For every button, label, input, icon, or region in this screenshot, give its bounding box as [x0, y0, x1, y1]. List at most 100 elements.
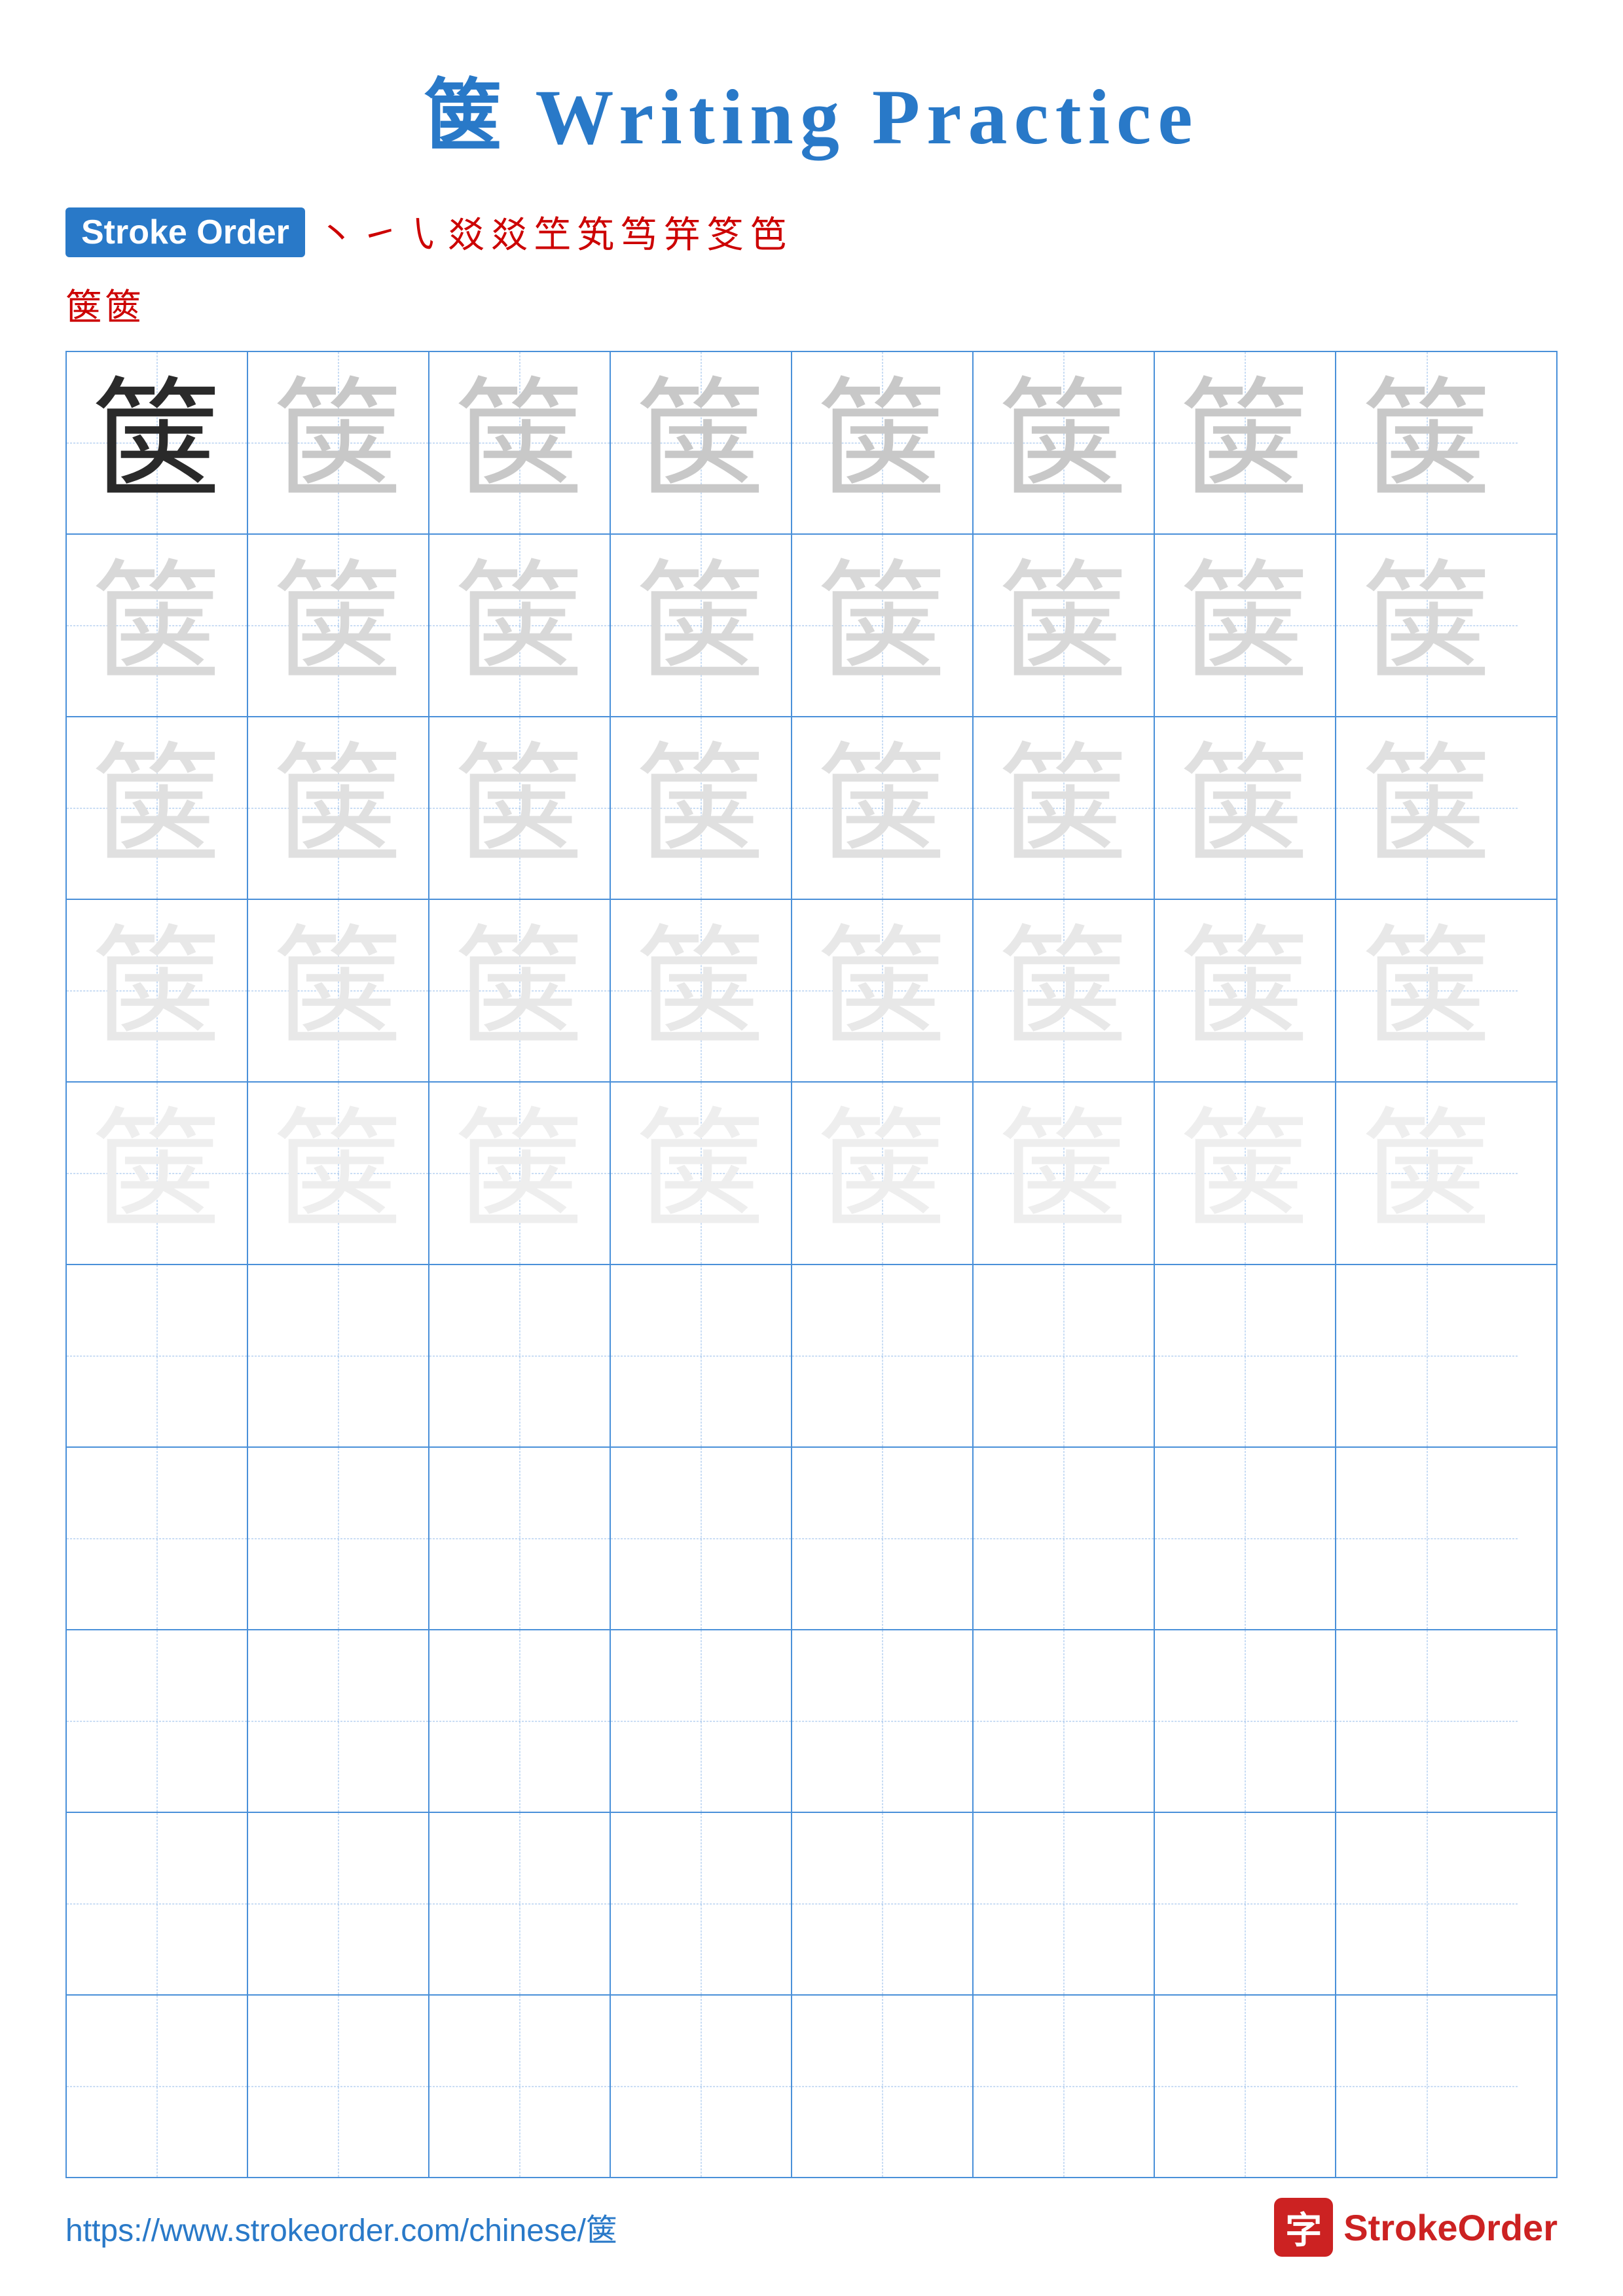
grid-row-7: [67, 1448, 1556, 1630]
grid-cell-2-7: 箧: [1155, 535, 1336, 716]
grid-cell-3-1: 箧: [67, 717, 248, 899]
cell-char: 箧: [1179, 560, 1310, 691]
cell-char: 箧: [272, 1108, 403, 1239]
cell-char: 箧: [454, 925, 585, 1056]
cell-char: 箧: [272, 378, 403, 509]
grid-row-8: [67, 1630, 1556, 1813]
cell-char: 箧: [454, 743, 585, 874]
grid-cell-5-6: 箧: [974, 1083, 1155, 1264]
grid-cell-4-7: 箧: [1155, 900, 1336, 1081]
grid-cell-9-3: [429, 1813, 611, 1994]
grid-row-10: [67, 1996, 1556, 2177]
writing-grid: 箧 箧 箧 箧 箧 箧 箧 箧 箧 箧 箧 箧 箧 箧 箧 箧 箧 箧 箧 箧 …: [65, 351, 1558, 2178]
cell-char: 箧: [998, 1108, 1129, 1239]
grid-row-2: 箧 箧 箧 箧 箧 箧 箧 箧: [67, 535, 1556, 717]
stroke-s3: ㇂: [405, 206, 441, 259]
cell-char: 箧: [816, 378, 947, 509]
grid-cell-2-1: 箧: [67, 535, 248, 716]
cell-char: 箧: [998, 925, 1129, 1056]
grid-cell-4-1: 箧: [67, 900, 248, 1081]
cell-char: 箧: [1361, 378, 1492, 509]
cell-char: 箧: [91, 925, 222, 1056]
stroke-s5: 㸚: [491, 206, 528, 259]
grid-cell-8-3: [429, 1630, 611, 1812]
grid-cell-6-2: [248, 1265, 429, 1446]
grid-cell-9-2: [248, 1813, 429, 1994]
grid-cell-3-5: 箧: [792, 717, 974, 899]
cell-char: 箧: [998, 743, 1129, 874]
grid-cell-8-2: [248, 1630, 429, 1812]
grid-cell-1-7: 箧: [1155, 352, 1336, 533]
grid-cell-3-7: 箧: [1155, 717, 1336, 899]
grid-cell-8-7: [1155, 1630, 1336, 1812]
cell-char: 箧: [635, 1108, 766, 1239]
grid-cell-1-8: 箧: [1336, 352, 1518, 533]
cell-char: 箧: [1179, 378, 1310, 509]
stroke-s8: 笃: [621, 206, 657, 259]
footer-logo-order: Order: [1458, 2207, 1558, 2248]
grid-cell-8-8: [1336, 1630, 1518, 1812]
footer: https://www.strokeorder.com/chinese/箧 字 …: [0, 2198, 1623, 2257]
grid-row-1: 箧 箧 箧 箧 箧 箧 箧 箧: [67, 352, 1556, 535]
cell-char: 箧: [272, 743, 403, 874]
grid-cell-4-8: 箧: [1336, 900, 1518, 1081]
grid-cell-7-7: [1155, 1448, 1336, 1629]
grid-cell-3-2: 箧: [248, 717, 429, 899]
grid-row-6: [67, 1265, 1556, 1448]
grid-cell-9-1: [67, 1813, 248, 1994]
grid-cell-7-2: [248, 1448, 429, 1629]
grid-cell-2-3: 箧: [429, 535, 611, 716]
grid-cell-8-5: [792, 1630, 974, 1812]
grid-cell-4-6: 箧: [974, 900, 1155, 1081]
grid-cell-4-3: 箧: [429, 900, 611, 1081]
grid-cell-10-4: [611, 1996, 792, 2177]
cell-char: 箧: [1179, 925, 1310, 1056]
stroke-s9: 笄: [664, 206, 701, 259]
cell-char: 箧: [1179, 1108, 1310, 1239]
grid-cell-5-2: 箧: [248, 1083, 429, 1264]
grid-cell-6-4: [611, 1265, 792, 1446]
grid-cell-1-4: 箧: [611, 352, 792, 533]
grid-cell-2-2: 箧: [248, 535, 429, 716]
grid-cell-7-6: [974, 1448, 1155, 1629]
grid-cell-6-6: [974, 1265, 1155, 1446]
page-title: 箧 Writing Practice: [0, 0, 1623, 166]
cell-char: 箧: [91, 743, 222, 874]
cell-char: 箧: [998, 560, 1129, 691]
stroke-sequence-row1: 丶 ㇀ ㇂ 㸚 㸚 笁 笂 笃 笄 笅 笆: [318, 206, 787, 259]
cell-char: 箧: [1361, 1108, 1492, 1239]
grid-cell-6-1: [67, 1265, 248, 1446]
stroke-s2: ㇀: [361, 206, 398, 259]
footer-url[interactable]: https://www.strokeorder.com/chinese/箧: [65, 2204, 617, 2250]
stroke-r2-s1: 箧: [65, 288, 102, 329]
stroke-s1: 丶: [318, 206, 355, 259]
grid-cell-9-5: [792, 1813, 974, 1994]
grid-cell-2-6: 箧: [974, 535, 1155, 716]
footer-logo-stroke: Stroke: [1343, 2207, 1457, 2248]
title-char: 箧: [424, 73, 509, 160]
grid-cell-3-4: 箧: [611, 717, 792, 899]
grid-cell-6-5: [792, 1265, 974, 1446]
grid-cell-10-7: [1155, 1996, 1336, 2177]
cell-char: 箧: [1361, 925, 1492, 1056]
grid-cell-1-6: 箧: [974, 352, 1155, 533]
cell-char: 箧: [816, 1108, 947, 1239]
stroke-order-badge: Stroke Order: [65, 207, 305, 257]
grid-cell-10-5: [792, 1996, 974, 2177]
grid-cell-3-8: 箧: [1336, 717, 1518, 899]
grid-cell-9-7: [1155, 1813, 1336, 1994]
cell-char: 箧: [1361, 743, 1492, 874]
grid-cell-10-3: [429, 1996, 611, 2177]
grid-cell-7-8: [1336, 1448, 1518, 1629]
grid-cell-8-1: [67, 1630, 248, 1812]
grid-cell-1-2: 箧: [248, 352, 429, 533]
cell-char: 箧: [635, 378, 766, 509]
stroke-s11: 笆: [750, 206, 787, 259]
cell-char: 箧: [1179, 743, 1310, 874]
cell-char: 箧: [272, 560, 403, 691]
grid-cell-5-4: 箧: [611, 1083, 792, 1264]
grid-row-3: 箧 箧 箧 箧 箧 箧 箧 箧: [67, 717, 1556, 900]
grid-cell-2-5: 箧: [792, 535, 974, 716]
footer-logo-text: StrokeOrder: [1343, 2206, 1558, 2249]
grid-cell-7-1: [67, 1448, 248, 1629]
